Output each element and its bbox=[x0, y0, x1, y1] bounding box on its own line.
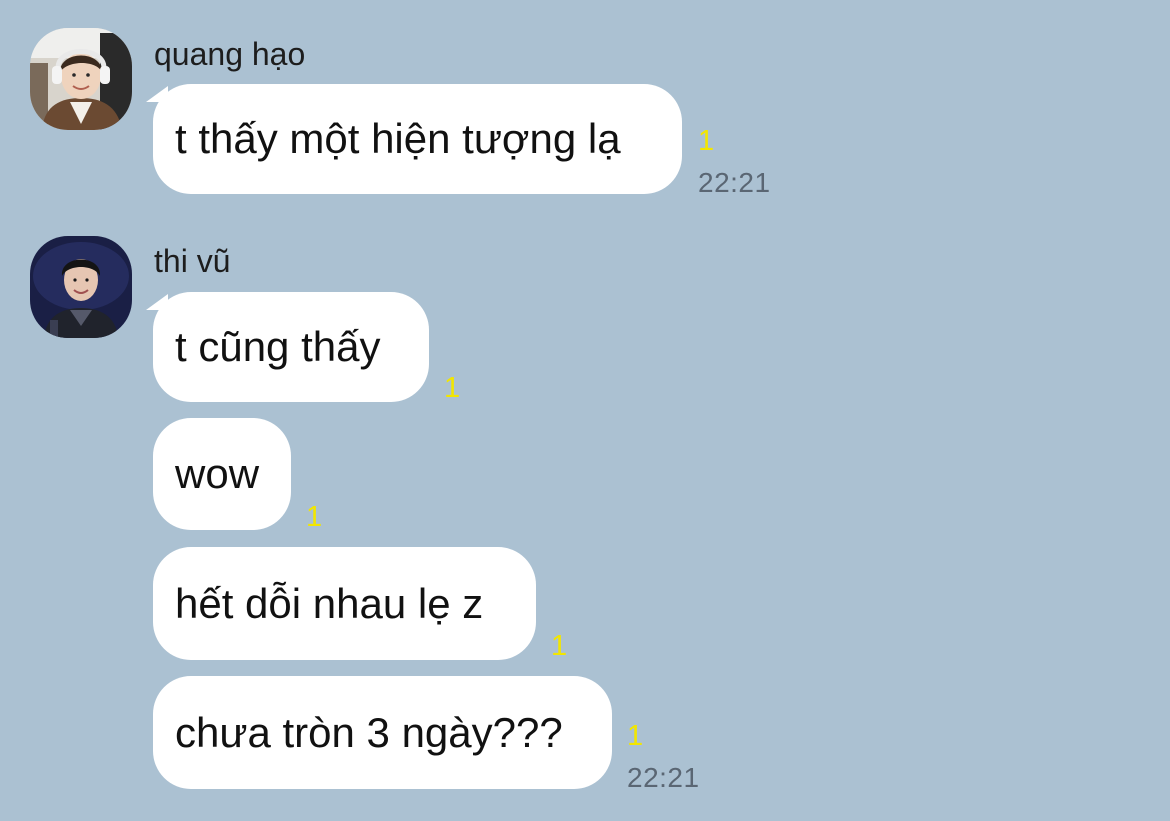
message-time: 22:21 bbox=[627, 762, 700, 793]
unread-count: 1 bbox=[551, 630, 568, 662]
sender-name: thi vũ bbox=[154, 243, 231, 279]
unread-count: 1 bbox=[627, 720, 644, 752]
message-bubble[interactable]: t thấy một hiện tượng lạ bbox=[153, 84, 682, 194]
unread-count: 1 bbox=[444, 372, 461, 404]
avatar-quang-hao[interactable] bbox=[30, 28, 132, 130]
unread-count: 1 bbox=[306, 501, 323, 533]
message-bubble[interactable]: hết dỗi nhau lẹ z bbox=[153, 547, 536, 660]
message-bubble[interactable]: chưa tròn 3 ngày??? bbox=[153, 676, 612, 789]
message-bubble[interactable]: t cũng thấy bbox=[153, 292, 429, 402]
unread-count: 1 bbox=[698, 125, 715, 157]
message-bubble[interactable]: wow bbox=[153, 418, 291, 530]
profile-photo-icon bbox=[30, 236, 132, 338]
message-time: 22:21 bbox=[698, 167, 771, 198]
profile-photo-icon bbox=[30, 28, 132, 130]
avatar-thi-vu[interactable] bbox=[30, 236, 132, 338]
sender-name: quang hạo bbox=[154, 36, 306, 72]
